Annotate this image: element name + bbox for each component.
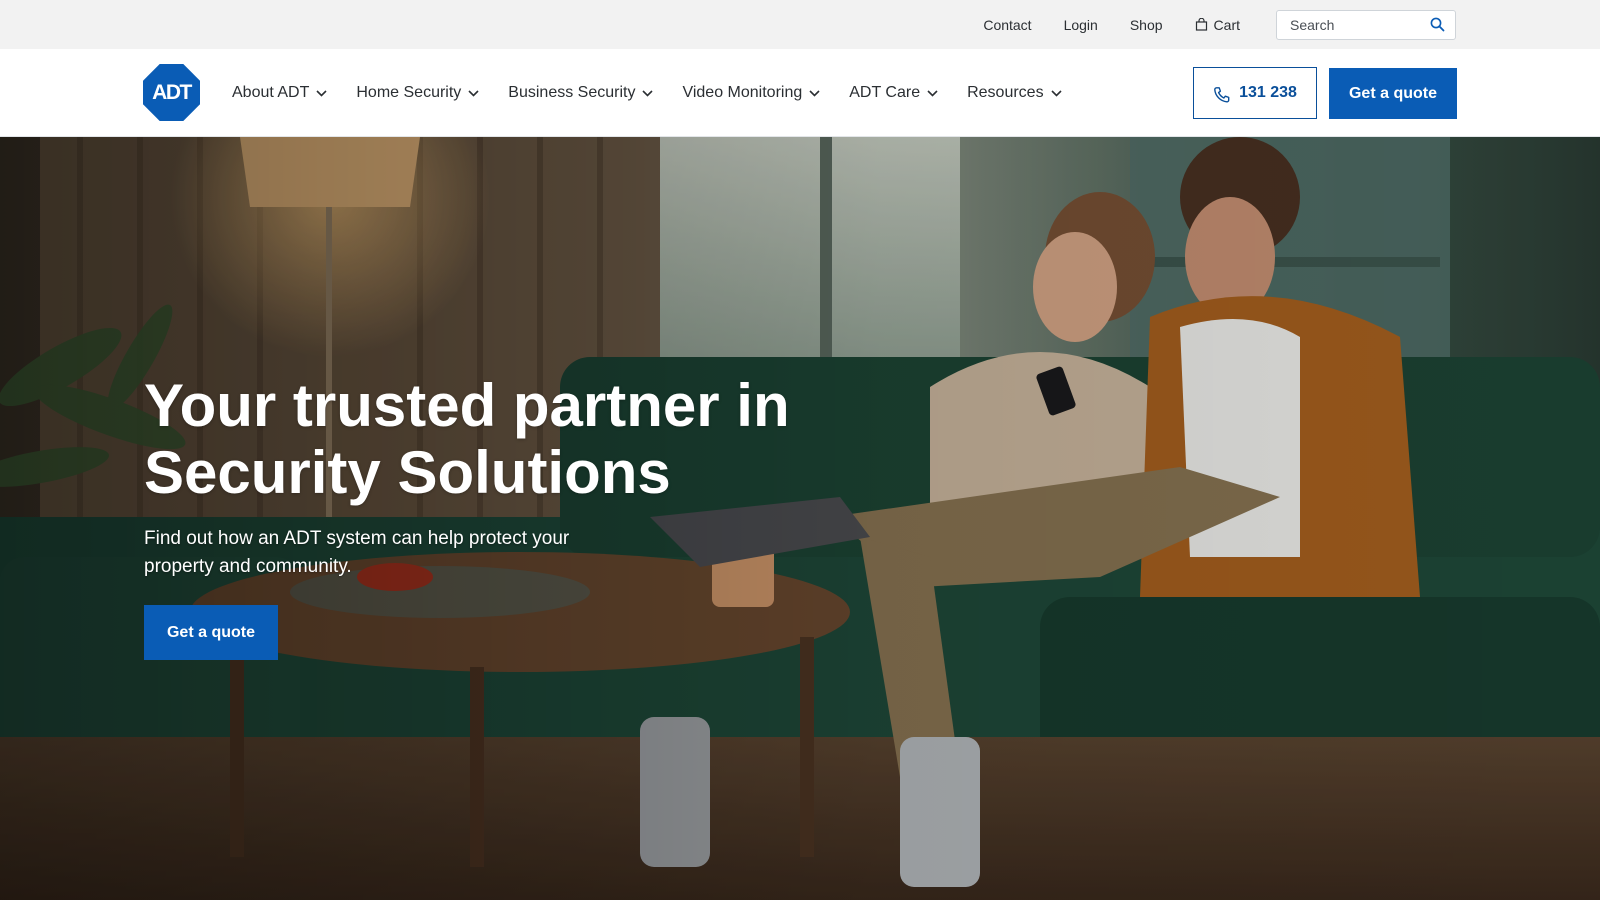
- search-input[interactable]: [1290, 16, 1430, 33]
- hero-subtitle: Find out how an ADT system can help prot…: [144, 528, 570, 577]
- nav-item-adt-care[interactable]: ADT Care: [849, 84, 938, 102]
- login-link[interactable]: Login: [1064, 17, 1098, 33]
- nav-item-business-security[interactable]: Business Security: [508, 84, 654, 102]
- nav-item-label: Business Security: [508, 84, 636, 101]
- phone-icon: [1214, 86, 1230, 103]
- nav-item-home-security[interactable]: Home Security: [356, 84, 479, 102]
- hero-section: Your trusted partner in Security Solutio…: [0, 137, 1600, 900]
- adt-logo[interactable]: ADT: [143, 64, 200, 121]
- logo-text: ADT: [152, 81, 192, 104]
- chevron-down-icon: [468, 89, 479, 97]
- chevron-down-icon: [1051, 89, 1062, 97]
- nav-item-label: Resources: [967, 84, 1044, 101]
- hero-photo: [0, 137, 1600, 900]
- cart-label: Cart: [1213, 16, 1240, 33]
- chevron-down-icon: [642, 89, 654, 97]
- search-icon[interactable]: [1430, 17, 1445, 32]
- cart-link[interactable]: Cart: [1195, 17, 1240, 33]
- main-navigation: ADT About ADT Home Security Business Sec…: [0, 49, 1600, 137]
- utility-bar: Contact Login Shop Cart: [0, 0, 1600, 49]
- hero-get-a-quote-button[interactable]: Get a quote: [144, 605, 278, 660]
- shop-link[interactable]: Shop: [1130, 17, 1163, 33]
- get-a-quote-button[interactable]: Get a quote: [1329, 68, 1457, 119]
- phone-button[interactable]: 131 238: [1193, 67, 1317, 119]
- chevron-down-icon: [316, 89, 327, 97]
- nav-item-label: About ADT: [232, 84, 310, 101]
- nav-item-label: Home Security: [356, 84, 462, 101]
- hero-title: Your trusted partner in Security Solutio…: [144, 372, 790, 506]
- search-box: [1276, 9, 1456, 40]
- nav-item-label: Video Monitoring: [682, 84, 803, 101]
- chevron-down-icon: [927, 89, 938, 97]
- phone-number: 131 238: [1239, 84, 1297, 101]
- nav-item-video-monitoring[interactable]: Video Monitoring: [682, 84, 820, 102]
- primary-menu: About ADT Home Security Business Securit…: [232, 49, 1091, 137]
- nav-item-about-adt[interactable]: About ADT: [232, 84, 327, 102]
- contact-link[interactable]: Contact: [983, 17, 1031, 33]
- chevron-down-icon: [809, 89, 820, 97]
- nav-item-resources[interactable]: Resources: [967, 84, 1062, 102]
- shopping-bag-icon: [1195, 18, 1207, 31]
- nav-item-label: ADT Care: [849, 84, 921, 101]
